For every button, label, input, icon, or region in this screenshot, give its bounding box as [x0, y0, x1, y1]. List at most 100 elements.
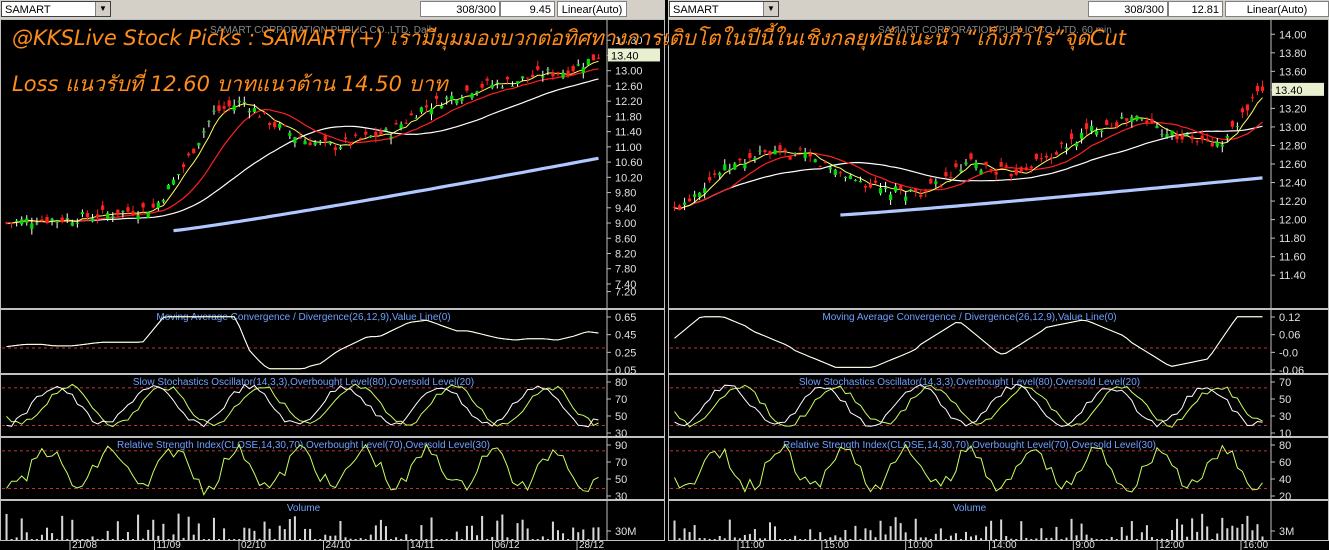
volume-bar: [959, 539, 962, 540]
volume-bar: [212, 517, 215, 540]
candle-body: [298, 137, 302, 139]
candle-body: [1135, 115, 1139, 121]
candle-body: [429, 108, 434, 115]
volume-bar: [1020, 521, 1023, 540]
volume-bar: [197, 523, 200, 540]
candle-body: [389, 136, 393, 139]
price-tick-label: 11.40: [615, 127, 642, 139]
volume-bar: [435, 539, 438, 540]
candle-body: [904, 196, 908, 201]
indicator-line: [674, 316, 1263, 368]
candle-body: [1069, 133, 1074, 140]
volume-bar: [799, 539, 802, 540]
candle-body: [586, 58, 590, 65]
candle-body: [171, 179, 176, 185]
candle-body: [465, 85, 469, 91]
candle-body: [843, 176, 847, 178]
candle-body: [399, 124, 403, 129]
chevron-down-icon[interactable]: ▼: [95, 2, 110, 16]
volume-bar: [567, 539, 570, 540]
volume-bar: [445, 539, 448, 540]
candle-body: [788, 156, 792, 160]
volume-bar: [1080, 523, 1083, 540]
candle-body: [480, 83, 484, 88]
date-tick-label: 14:00: [992, 540, 1017, 550]
volume-bar: [126, 531, 129, 540]
candle-body: [858, 180, 863, 183]
indicator-tick-label: 0.05: [615, 365, 636, 377]
candle-body: [833, 169, 837, 175]
chevron-down-icon[interactable]: ▼: [763, 2, 778, 16]
candle-body: [293, 137, 297, 143]
symbol-label: SAMART: [5, 4, 51, 16]
indicator-line: [674, 443, 1263, 493]
volume-bar: [440, 539, 443, 540]
candle-body: [60, 217, 64, 223]
candle-body: [556, 72, 560, 74]
symbol-selector[interactable]: SAMART ▼: [1, 1, 111, 17]
indicator-title: Volume: [953, 503, 987, 514]
candle-body: [798, 148, 802, 150]
candle-body: [1079, 132, 1084, 139]
bar-counter: 308/300: [420, 1, 500, 17]
headline-line-1: @KKSLive Stock Picks : SAMART(+) เรามีมุ…: [12, 26, 1127, 50]
indicator-title: Volume: [287, 503, 321, 514]
price-tick-label: 14.00: [1279, 29, 1307, 41]
volume-bar: [794, 535, 797, 540]
volume-bar: [1251, 530, 1254, 540]
volume-bar: [859, 539, 862, 540]
volume-bar: [420, 525, 423, 540]
candle-body: [131, 211, 135, 215]
candle-body: [374, 131, 378, 137]
candle-body: [257, 116, 262, 118]
volume-bar: [784, 539, 787, 540]
price-tick-label: 10.60: [615, 157, 643, 169]
candle-body: [90, 218, 95, 222]
volume-bar: [1256, 524, 1259, 540]
indicator-tick-label: 0.65: [615, 312, 636, 324]
candle-body: [1185, 133, 1189, 136]
candle-body: [974, 162, 978, 169]
volume-bar: [526, 528, 529, 540]
date-tick-label: 14/11: [410, 540, 435, 550]
indicator-tick-label: 30: [615, 491, 627, 503]
candle-body: [979, 170, 983, 175]
candle-body: [728, 169, 732, 171]
volume-bar: [723, 538, 726, 540]
volume-bar: [1236, 527, 1239, 540]
volume-bar: [980, 538, 983, 540]
candle-body: [944, 172, 948, 177]
candle-body: [808, 153, 812, 157]
volume-bar: [25, 532, 28, 540]
candle-body: [1100, 130, 1104, 133]
candle-body: [207, 120, 211, 122]
date-tick-label: 9:00: [1075, 540, 1095, 550]
indicator-tick-label: 80: [1279, 440, 1291, 452]
candle-body: [181, 164, 186, 168]
candle-body: [1019, 167, 1023, 172]
candle-body: [318, 141, 322, 143]
indicator-tick-label: 80: [615, 377, 627, 389]
volume-bar: [1105, 539, 1108, 540]
ma-yellow-line: [674, 97, 1263, 210]
indicator-title: Moving Average Convergence / Divergence(…: [156, 312, 450, 323]
volume-bar: [819, 532, 822, 540]
price-tick-label: 9.40: [615, 203, 636, 215]
volume-bar: [713, 539, 716, 540]
candle-body: [136, 215, 140, 220]
candle-body: [156, 202, 160, 208]
volume-bar: [238, 539, 241, 540]
volume-bar: [1211, 539, 1214, 540]
candle-body: [883, 187, 888, 189]
candle-body: [35, 223, 39, 225]
scale-selector[interactable]: Linear(Auto): [1225, 1, 1329, 17]
scale-selector[interactable]: Linear(Auto): [557, 1, 627, 17]
volume-bar: [132, 539, 135, 540]
candle-body: [212, 110, 216, 112]
volume-bar: [40, 534, 43, 540]
symbol-selector[interactable]: SAMART ▼: [669, 1, 779, 17]
volume-bar: [556, 530, 560, 540]
candle-body: [783, 149, 787, 152]
candle-body: [227, 100, 231, 107]
candle-body: [106, 213, 110, 219]
